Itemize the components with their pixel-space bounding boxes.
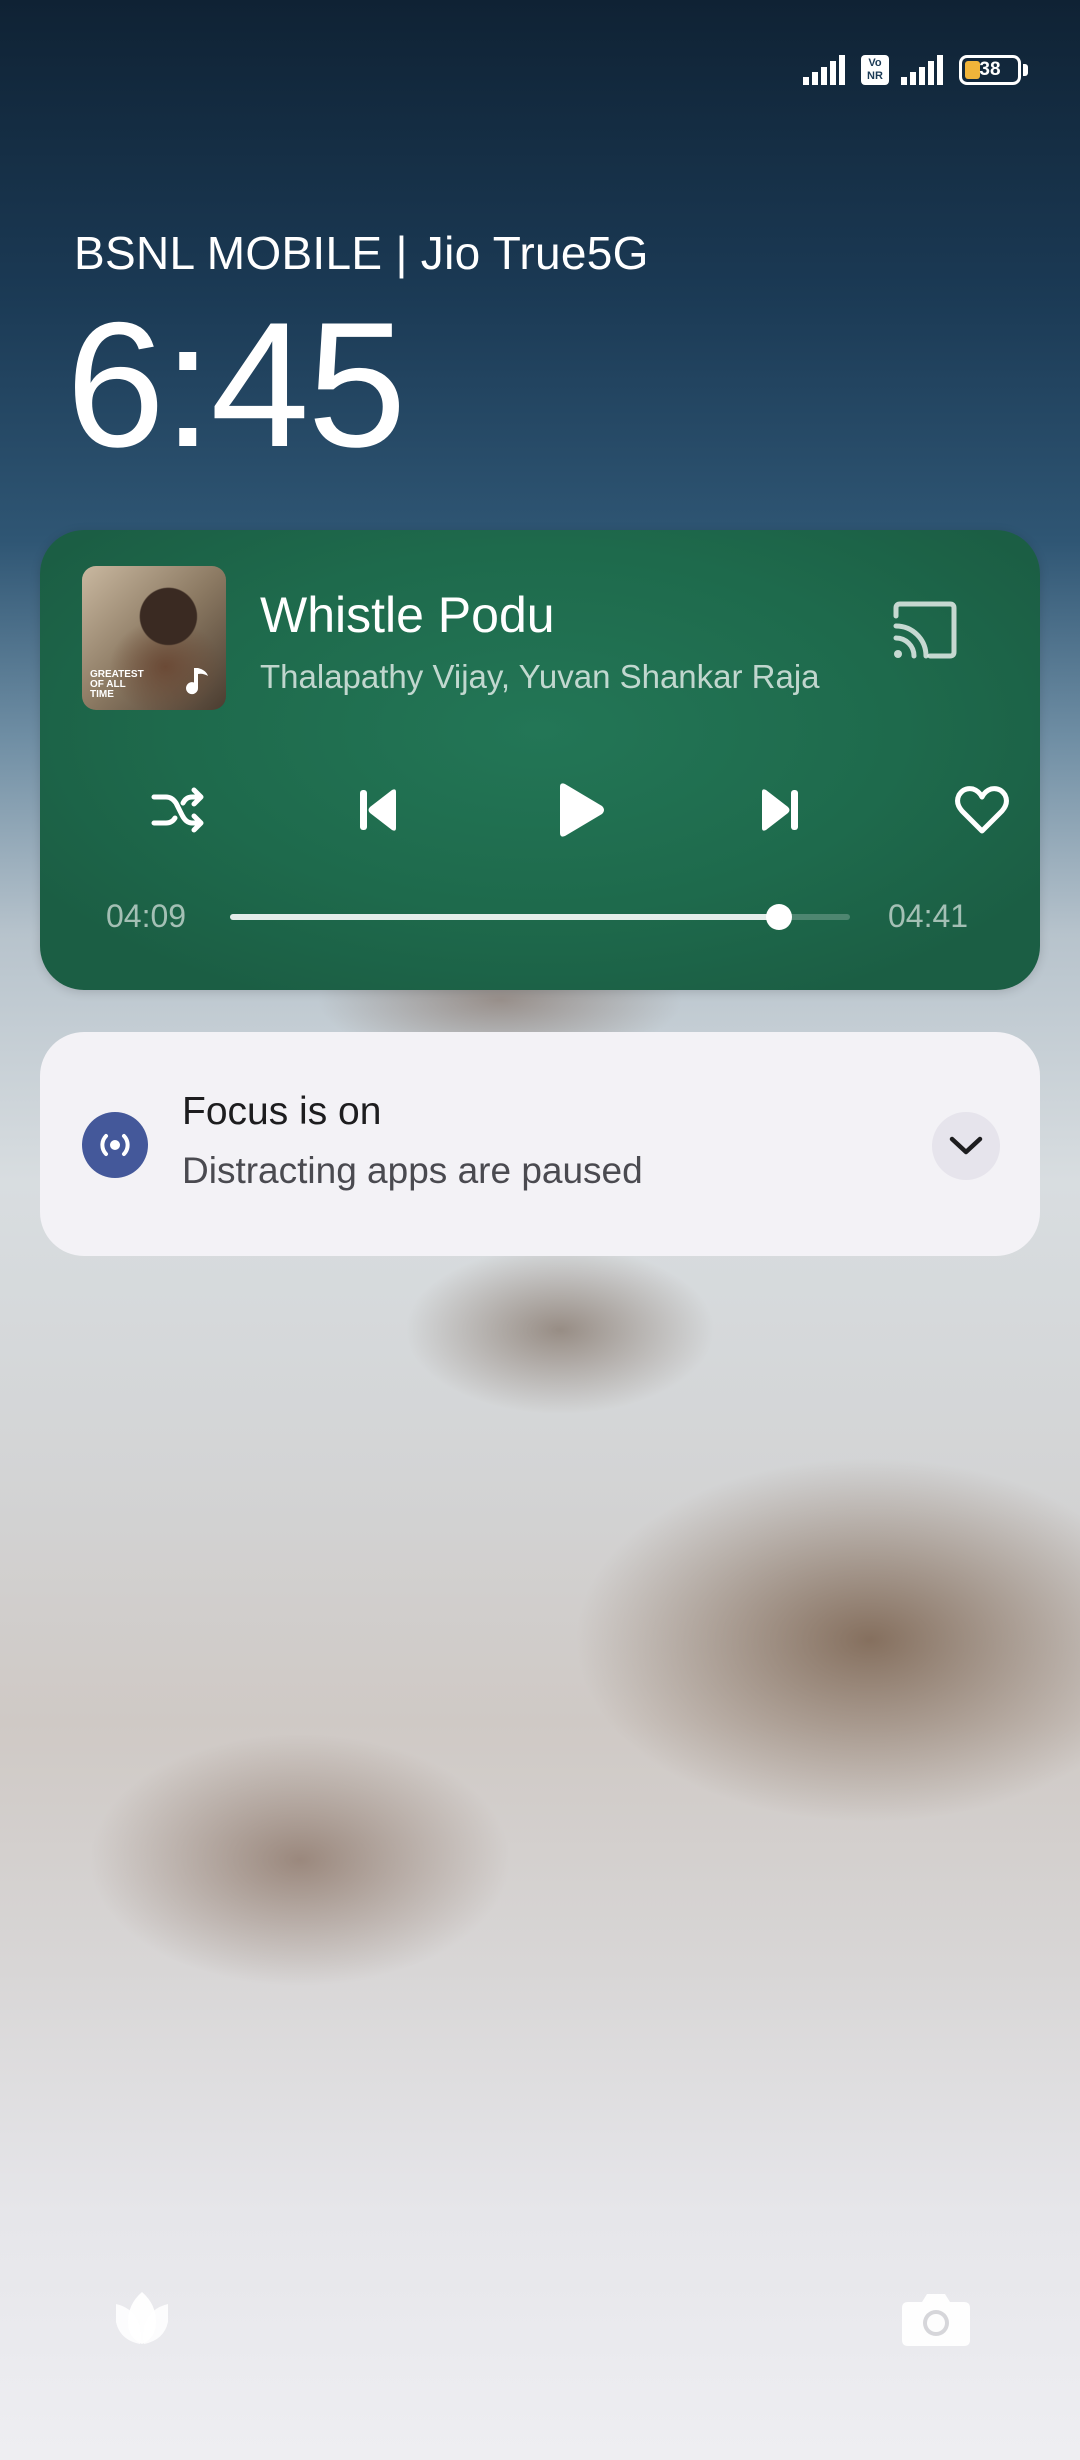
status-bar: Vo NR 38 (803, 50, 1028, 90)
album-art[interactable]: GREATEST OF ALL TIME (82, 566, 226, 710)
seek-bar-thumb[interactable] (766, 904, 793, 930)
heart-icon (955, 786, 1009, 834)
notification-title: Focus is on (182, 1090, 382, 1133)
seek-bar[interactable] (230, 904, 850, 930)
lock-screen: Vo NR 38 BSNL MOBILE | Jio True5G 6:45 G… (0, 0, 1080, 2460)
chevron-down-icon (949, 1136, 983, 1155)
play-icon (560, 783, 604, 837)
track-artist: Thalapathy Vijay, Yuvan Shankar Raja (260, 658, 820, 695)
lotus-icon (116, 2292, 168, 2344)
signal-2-icon (901, 55, 943, 85)
shuffle-icon (151, 787, 204, 833)
carrier-label: BSNL MOBILE | Jio True5G (74, 227, 649, 279)
focus-notification[interactable]: Focus is on Distracting apps are paused (40, 1032, 1040, 1256)
camera-icon (902, 2294, 970, 2346)
next-button[interactable] (740, 770, 820, 850)
elapsed-time: 04:09 (106, 898, 187, 934)
album-art-text: GREATEST OF ALL TIME (90, 669, 144, 700)
skip-next-icon (762, 789, 798, 831)
focus-mode-icon (82, 1112, 148, 1178)
like-button[interactable] (942, 770, 1022, 850)
seek-bar-fill (230, 914, 780, 920)
music-note-icon (186, 668, 208, 695)
total-duration: 04:41 (888, 898, 969, 934)
expand-notification-button[interactable] (932, 1112, 1000, 1180)
play-button[interactable] (540, 770, 620, 850)
battery-tip (1023, 64, 1028, 76)
playback-controls (40, 770, 1040, 850)
battery-level: 38 (979, 59, 1001, 80)
lock-clock: 6:45 (66, 285, 406, 484)
vonr-badge: Vo NR (861, 55, 889, 85)
battery-icon: 38 (959, 55, 1021, 85)
previous-button[interactable] (338, 770, 418, 850)
track-title: Whistle Podu (260, 587, 555, 643)
shuffle-button[interactable] (138, 770, 218, 850)
signal-1-icon (803, 55, 845, 85)
notification-subtitle: Distracting apps are paused (182, 1150, 643, 1191)
skip-previous-icon (360, 789, 396, 831)
cast-icon[interactable] (890, 598, 960, 662)
camera-shortcut[interactable] (896, 2278, 976, 2358)
left-shortcut[interactable] (102, 2278, 182, 2358)
media-player-card[interactable]: GREATEST OF ALL TIME Whistle Podu Thalap… (40, 530, 1040, 990)
